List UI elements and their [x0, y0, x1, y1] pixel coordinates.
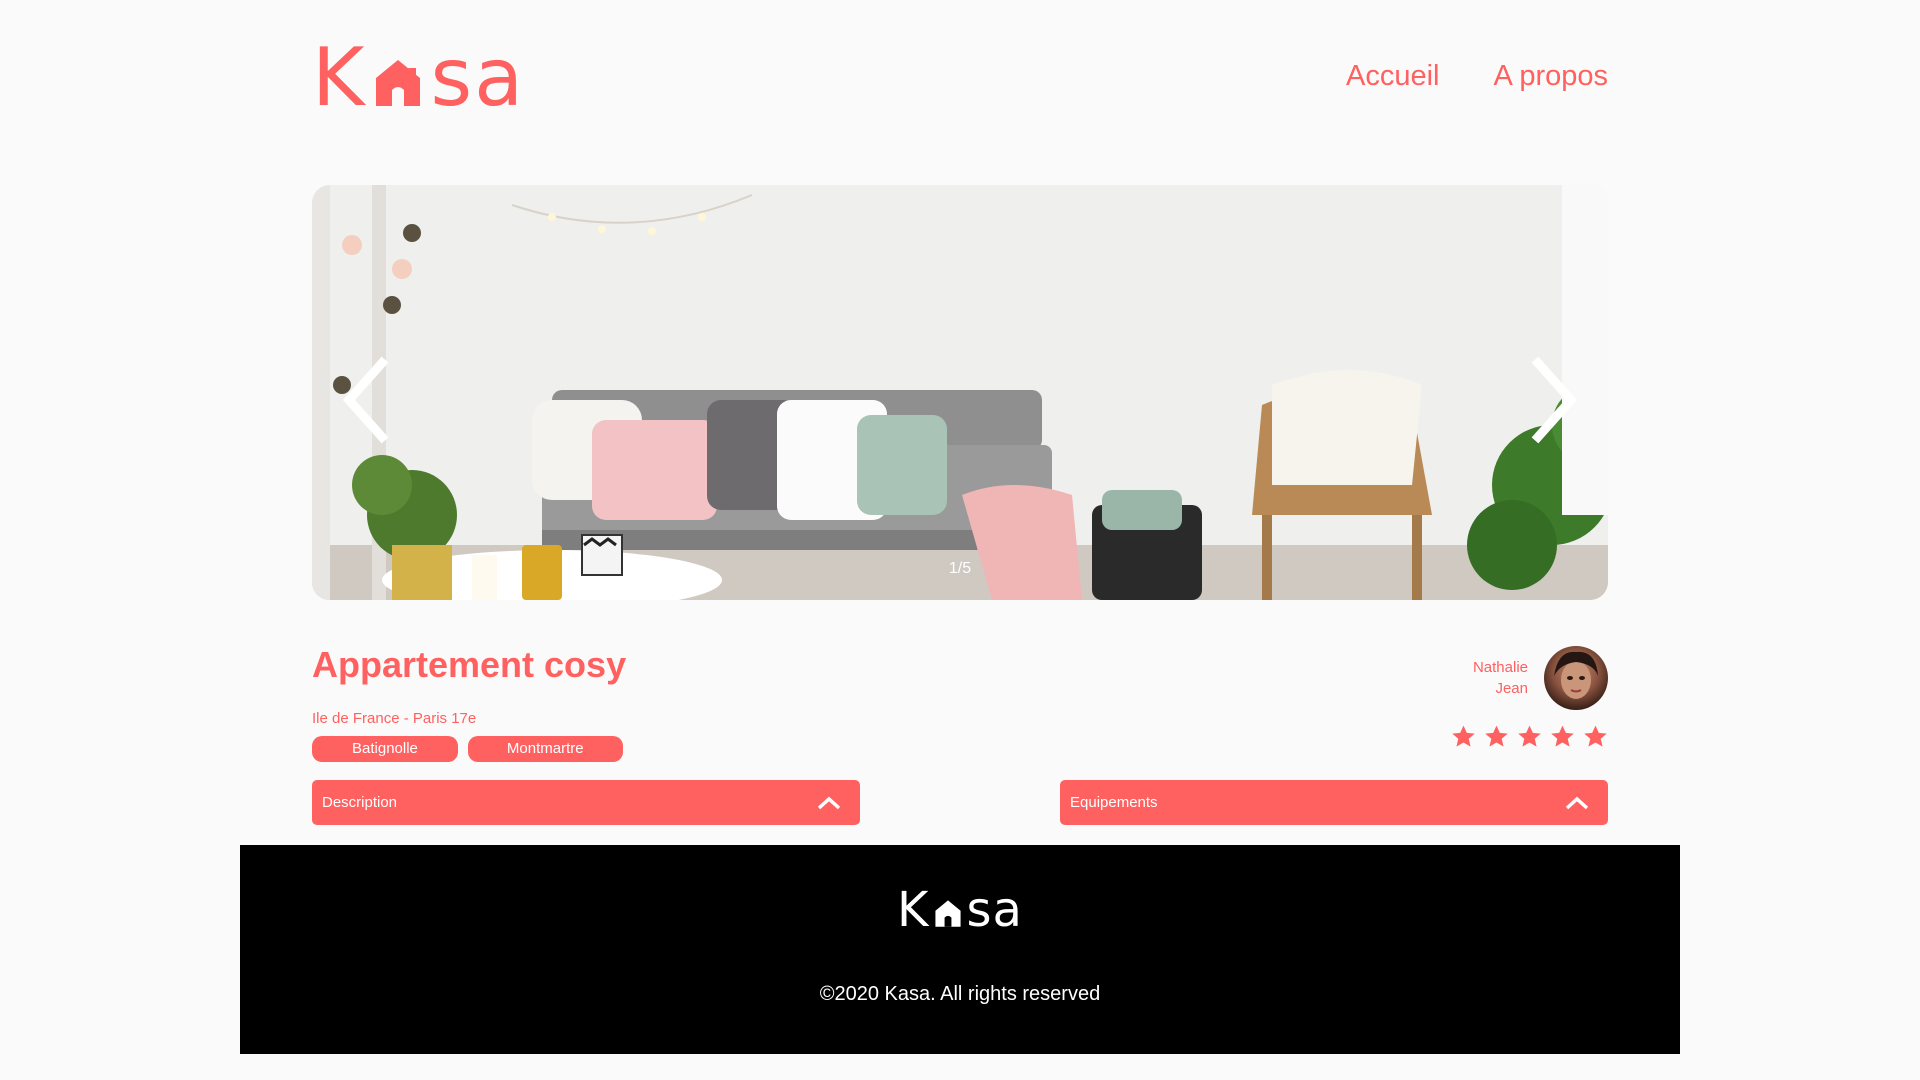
chevron-right-icon[interactable] [1523, 355, 1583, 445]
site-footer: K sa ©2020 Kasa. All rights reserved [240, 845, 1680, 1054]
tag-list: Batignolle Montmartre [312, 736, 623, 762]
host-last-name: Jean [1495, 680, 1528, 697]
host-name: Nathalie Jean [1473, 657, 1528, 699]
star-icon [1485, 725, 1508, 747]
star-icon [1551, 725, 1574, 747]
apartment-photo [312, 185, 1608, 600]
main-nav: Accueil A propos [1346, 60, 1608, 93]
footer-logo: K sa [240, 882, 1680, 938]
tag-montmartre: Montmartre [467, 736, 623, 762]
listing-title: Appartement cosy [312, 644, 627, 685]
description-collapse[interactable]: Description [312, 780, 860, 825]
nav-about-link[interactable]: A propos [1494, 60, 1608, 93]
kasa-logo[interactable]: K sa [312, 31, 526, 124]
footer-logo-letter-k: K [897, 882, 930, 938]
host-avatar [1544, 646, 1608, 710]
chevron-left-icon[interactable] [337, 355, 397, 445]
equipments-collapse[interactable]: Equipements [1060, 780, 1608, 825]
house-icon [376, 60, 421, 106]
star-icon [1584, 725, 1607, 747]
logo-letters-sa: sa [430, 31, 526, 124]
star-icon [1452, 725, 1475, 747]
slide-counter: 1/5 [948, 560, 972, 577]
chevron-up-icon[interactable] [816, 795, 842, 811]
host-info: Nathalie Jean [1473, 646, 1608, 710]
listing-location: Ile de France - Paris 17e [312, 710, 477, 727]
tag-batignolle: Batignolle [312, 736, 458, 762]
equipments-label: Equipements [1070, 794, 1158, 811]
nav-home-link[interactable]: Accueil [1346, 60, 1440, 93]
footer-logo-letters-sa: sa [966, 882, 1023, 938]
host-portrait [1554, 651, 1598, 699]
logo-letter-k: K [312, 31, 367, 124]
site-header: K sa Accueil A propos [312, 31, 1608, 124]
star-rating [1451, 724, 1608, 749]
chevron-up-icon[interactable] [1564, 795, 1590, 811]
image-carousel: 1/5 [312, 185, 1608, 600]
house-icon [934, 900, 961, 927]
star-icon [1518, 725, 1541, 747]
host-first-name: Nathalie [1472, 659, 1528, 676]
copyright-text: ©2020 Kasa. All rights reserved [819, 983, 1101, 1005]
description-label: Description [322, 794, 398, 811]
